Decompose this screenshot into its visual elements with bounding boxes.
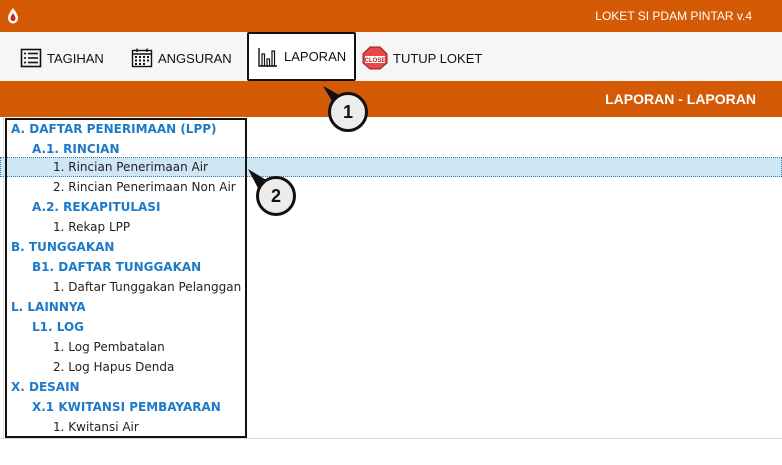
tree-item-l[interactable]: L. LAINNYA bbox=[0, 297, 782, 317]
angsuran-label: ANGSURAN bbox=[158, 50, 232, 66]
bar-chart-icon bbox=[258, 47, 277, 67]
tree-item-label: L1. LOG bbox=[32, 320, 85, 334]
toolbar: TAGIHAN ANGSURAN LAPORAN CLOSE TUTUP LOK… bbox=[0, 32, 782, 81]
tree-item-log-hapus-denda[interactable]: 2. Log Hapus Denda bbox=[0, 357, 782, 377]
laporan-button[interactable]: LAPORAN bbox=[247, 32, 357, 81]
tagihan-label: TAGIHAN bbox=[47, 50, 104, 66]
section-header: LAPORAN - LAPORAN bbox=[0, 81, 782, 117]
tutup-loket-label: TUTUP LOKET bbox=[393, 50, 483, 66]
tree-item-a[interactable]: A. DAFTAR PENERIMAAN (LPP) bbox=[0, 119, 782, 139]
tree-item-daftar-tunggakan-pelanggan[interactable]: 1. Daftar Tunggakan Pelanggan bbox=[0, 277, 782, 297]
angsuran-button[interactable]: ANGSURAN bbox=[131, 40, 232, 76]
tree-item-log-pembatalan[interactable]: 1. Log Pembatalan bbox=[0, 337, 782, 357]
tree-item-label: A.2. REKAPITULASI bbox=[32, 200, 161, 214]
tree-item-label: 2. Log Hapus Denda bbox=[53, 360, 175, 374]
callout-number: 2 bbox=[270, 185, 281, 206]
tree-item-rekap-lpp[interactable]: 1. Rekap LPP bbox=[0, 217, 782, 237]
app-logo-icon bbox=[8, 8, 18, 24]
tree-item-x1[interactable]: X.1 KWITANSI PEMBAYARAN bbox=[0, 397, 782, 417]
divider bbox=[0, 438, 782, 439]
tree-item-label: X.1 KWITANSI PEMBAYARAN bbox=[32, 400, 221, 414]
title-bar: LOKET SI PDAM PINTAR v.4 bbox=[0, 0, 782, 32]
tree-item-label: 1. Kwitansi Air bbox=[53, 420, 139, 434]
tree-item-b1[interactable]: B1. DAFTAR TUNGGAKAN bbox=[0, 257, 782, 277]
tree-item-label: 1. Rekap LPP bbox=[53, 220, 131, 234]
app-title: LOKET SI PDAM PINTAR v.4 bbox=[595, 9, 752, 23]
tree-item-a1[interactable]: A.1. RINCIAN bbox=[0, 139, 782, 159]
callout-2: 2 bbox=[256, 176, 296, 216]
tree-item-b[interactable]: B. TUNGGAKAN bbox=[0, 237, 782, 257]
tree-item-a2[interactable]: A.2. REKAPITULASI bbox=[0, 197, 782, 217]
tree-item-kwitansi-air[interactable]: 1. Kwitansi Air bbox=[0, 417, 782, 437]
tree-item-label: L. LAINNYA bbox=[11, 300, 86, 314]
tree-item-label: A.1. RINCIAN bbox=[32, 142, 120, 156]
laporan-label: LAPORAN bbox=[284, 49, 347, 64]
tree-item-label: X. DESAIN bbox=[11, 380, 80, 394]
callout-1: 1 bbox=[328, 92, 368, 132]
close-sign-text: CLOSE bbox=[365, 58, 386, 64]
close-sign-icon: CLOSE bbox=[362, 46, 388, 70]
callout-number: 1 bbox=[342, 101, 353, 122]
tree-item-label: 1. Rincian Penerimaan Air bbox=[53, 160, 208, 174]
tree-item-label: 1. Log Pembatalan bbox=[53, 340, 165, 354]
tree-item-label: B1. DAFTAR TUNGGAKAN bbox=[32, 260, 202, 274]
tree-item-rincian-penerimaan-air[interactable]: 1. Rincian Penerimaan Air bbox=[0, 157, 782, 177]
tree-item-rincian-penerimaan-non-air[interactable]: 2. Rincian Penerimaan Non Air bbox=[0, 177, 782, 197]
tree-item-label: 1. Daftar Tunggakan Pelanggan bbox=[53, 280, 242, 294]
report-tree[interactable]: A. DAFTAR PENERIMAAN (LPP) A.1. RINCIAN … bbox=[0, 117, 782, 439]
calendar-icon bbox=[131, 48, 153, 68]
list-icon bbox=[20, 48, 42, 68]
tree-item-l1[interactable]: L1. LOG bbox=[0, 317, 782, 337]
tree-item-label: A. DAFTAR PENERIMAAN (LPP) bbox=[11, 122, 217, 136]
tutup-loket-button[interactable]: CLOSE TUTUP LOKET bbox=[362, 40, 482, 76]
tagihan-button[interactable]: TAGIHAN bbox=[20, 40, 104, 76]
tree-item-label: 2. Rincian Penerimaan Non Air bbox=[53, 180, 236, 194]
tree-item-label: B. TUNGGAKAN bbox=[11, 240, 115, 254]
tree-item-x[interactable]: X. DESAIN bbox=[0, 377, 782, 397]
section-title: LAPORAN - LAPORAN bbox=[605, 91, 756, 107]
